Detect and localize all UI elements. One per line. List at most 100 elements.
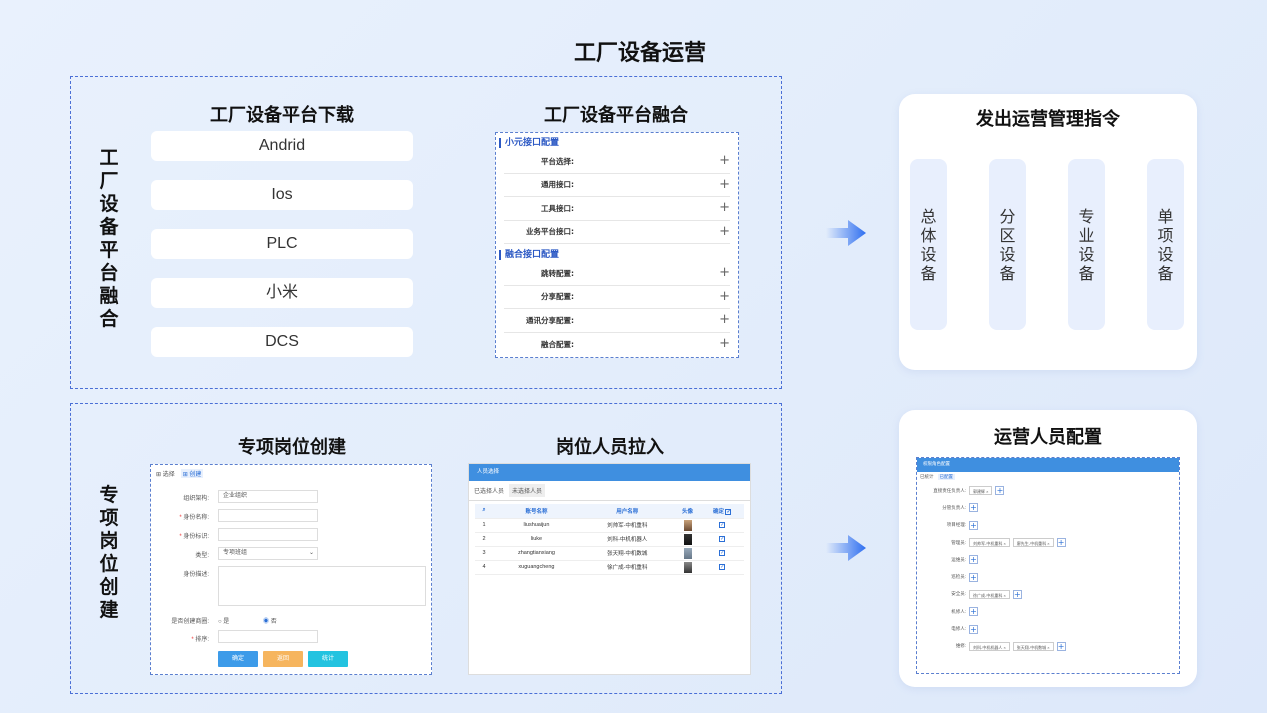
config-row[interactable]: 分享配置: + [504, 286, 730, 309]
config-row-label: 通讯分享配置: [526, 315, 574, 325]
type-select[interactable]: 专项班组 ⌄ [218, 547, 318, 560]
name-input[interactable] [218, 509, 318, 522]
add-person-icon[interactable]: + [1056, 538, 1066, 548]
role-row: 管理员: 刘帅军-中机重科 × 廖先生-中机重科 × + [921, 534, 1179, 551]
row-username: 徐广成-中机重科 [579, 560, 675, 575]
plus-icon[interactable]: + [719, 201, 730, 214]
config-row-label: 分享配置: [541, 292, 574, 302]
confirm-button[interactable]: 确定 [218, 651, 258, 667]
person-tag[interactable]: 刘科-中机机器人 × [969, 641, 1010, 651]
tab-configured[interactable]: 已配置 [937, 474, 955, 480]
column-zone-equipment[interactable]: 分区设备 [989, 159, 1026, 330]
fusion-title: 工厂设备平台融合 [544, 105, 688, 126]
tab-counted[interactable]: 已统计 [920, 474, 934, 480]
operator-config-title: 运营人员配置 [994, 427, 1102, 448]
plus-icon[interactable]: + [719, 154, 730, 167]
config-row[interactable]: 通用接口: + [504, 174, 730, 197]
download-title: 工厂设备平台下载 [210, 105, 354, 126]
config-row[interactable]: 业务平台接口: + [504, 221, 730, 244]
tab-unselected-people[interactable]: 未选择人员 [509, 484, 546, 497]
plus-icon[interactable]: + [719, 225, 730, 238]
role-row: 项目经理: + [921, 517, 1179, 534]
tab-select[interactable]: ⊞ 选择 [156, 469, 175, 478]
row-index: 1 [475, 518, 493, 533]
download-item-andrid[interactable]: Andrid [151, 131, 413, 161]
plus-icon[interactable]: + [719, 266, 730, 279]
type-label: 类型: [195, 553, 209, 559]
role-row-label: 机修人: [951, 608, 966, 614]
chevron-down-icon: ⌄ [308, 550, 314, 556]
stats-button[interactable]: 统计 [308, 651, 348, 667]
tab-create[interactable]: ⊞ 创建 [180, 469, 204, 478]
person-tag-label: 廖先生-中机重科 [1016, 541, 1047, 547]
org-input[interactable]: 企业组织 [218, 490, 318, 503]
table-row[interactable]: 4 xuguangcheng 徐广成-中机重科 ✓ [475, 560, 744, 575]
checkbox-icon[interactable]: ✓ [719, 564, 726, 570]
id-label-text: 身份标识: [183, 534, 209, 540]
org-label: 组织架构: [183, 496, 209, 502]
add-person-icon[interactable]: + [1012, 589, 1022, 599]
download-item-dcs[interactable]: DCS [151, 327, 413, 357]
checkbox-icon[interactable]: ✓ [725, 508, 732, 515]
add-person-icon[interactable]: + [995, 486, 1005, 496]
table-row[interactable]: 2 liuke 刘科-中机机器人 ✓ [475, 532, 744, 547]
desc-textarea[interactable] [218, 566, 426, 606]
config-row-label: 业务平台接口: [526, 227, 574, 237]
avatar [683, 533, 692, 545]
close-icon[interactable]: × [985, 489, 988, 494]
config-row[interactable]: 融合配置: + [504, 333, 730, 357]
close-icon[interactable]: × [1046, 645, 1049, 650]
config-row[interactable]: 平台选择: + [504, 150, 730, 174]
column-single-equipment[interactable]: 单项设备 [1147, 159, 1184, 330]
role-row-label: 安全员: [951, 591, 966, 597]
close-icon[interactable]: × [1002, 593, 1005, 598]
person-tag[interactable]: 刘帅军-中机重科 × [969, 538, 1010, 548]
download-item-xiaomi[interactable]: 小米 [151, 278, 413, 308]
plus-icon[interactable]: + [719, 337, 730, 350]
config-row[interactable]: 工具接口: + [504, 197, 730, 221]
add-person-icon[interactable]: + [969, 555, 978, 565]
column-label: 专业设备 [1078, 206, 1095, 283]
add-person-icon[interactable]: + [969, 503, 978, 513]
radio-no[interactable]: ◉ 否 [263, 616, 277, 625]
close-icon[interactable]: × [1002, 541, 1005, 546]
radio-yes[interactable]: ○ 是 [218, 616, 229, 625]
back-button[interactable]: 返回 [263, 651, 303, 667]
column-specialty-equipment[interactable]: 专业设备 [1068, 159, 1105, 330]
download-item-ios[interactable]: Ios [151, 180, 413, 210]
add-person-icon[interactable]: + [1056, 641, 1066, 651]
id-label: * 身份标识: [179, 534, 209, 540]
config-row[interactable]: 跳转配置: + [504, 262, 730, 286]
add-person-icon[interactable]: + [969, 624, 978, 634]
person-tag[interactable]: 张天翔-中机数城 × [1012, 641, 1054, 651]
table-row[interactable]: 1 liushuaijun 刘帅军-中机重科 ✓ [475, 518, 744, 533]
add-person-icon[interactable]: + [969, 607, 978, 617]
people-table: ⌕ 账号名称 用户名称 头像 确定 ✓ 1 liushuaijun 刘帅军-中机重科… [475, 504, 744, 575]
tab-selected-people[interactable]: 已选择人员 [473, 484, 505, 497]
checkbox-icon[interactable]: ✓ [719, 522, 726, 528]
id-input[interactable] [218, 528, 318, 541]
column-overall-equipment[interactable]: 总体设备 [910, 159, 947, 330]
plus-icon[interactable]: + [719, 178, 730, 191]
plus-icon[interactable]: + [719, 290, 730, 303]
close-icon[interactable]: × [1046, 541, 1049, 546]
plus-icon[interactable]: + [719, 313, 730, 326]
search-icon[interactable]: ⌕ [475, 504, 493, 519]
person-tag[interactable]: 郭建辉 × [969, 486, 993, 496]
add-person-icon[interactable]: + [969, 572, 978, 582]
checkbox-icon[interactable]: ✓ [719, 550, 726, 556]
sort-input[interactable] [218, 630, 318, 643]
table-row[interactable]: 3 zhangtianxiang 张天翔-中机数城 ✓ [475, 546, 744, 561]
add-person-icon[interactable]: + [969, 520, 978, 530]
row-username: 张天翔-中机数城 [579, 546, 675, 561]
avatar [683, 561, 692, 573]
column-label: 单项设备 [1157, 206, 1174, 283]
download-item-plc[interactable]: PLC [151, 229, 413, 259]
person-tag[interactable]: 徐广成-中机重科 × [969, 589, 1010, 599]
person-tag[interactable]: 廖先生-中机重科 × [1012, 538, 1054, 548]
close-icon[interactable]: × [1002, 645, 1005, 650]
checkbox-icon[interactable]: ✓ [719, 536, 726, 542]
row-account: liushuaijun [493, 518, 580, 533]
arrow-right-icon [826, 535, 866, 561]
config-row[interactable]: 通讯分享配置: + [504, 309, 730, 333]
